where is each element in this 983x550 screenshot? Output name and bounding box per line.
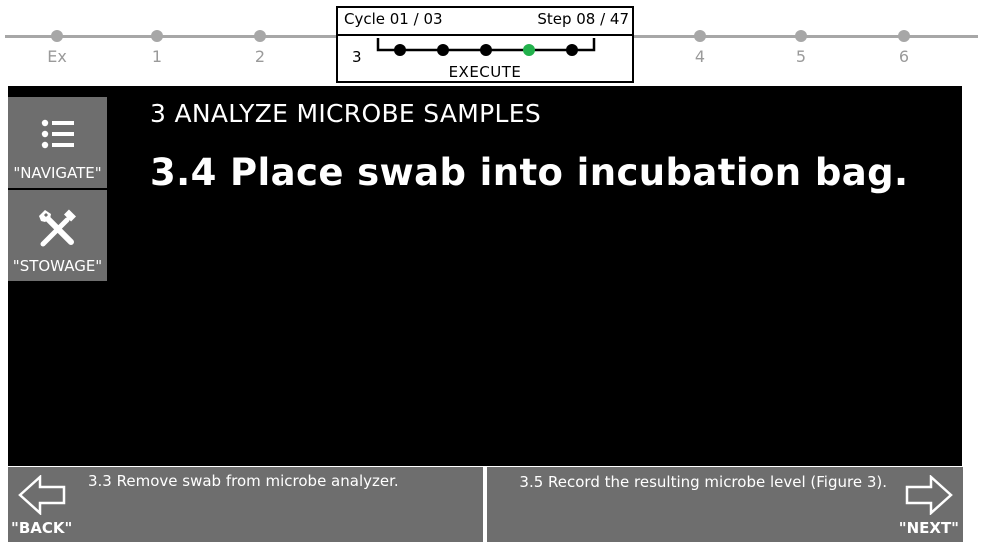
timeline-label-2: 2 [254, 47, 266, 66]
arrow-right-icon [905, 475, 953, 515]
cycle-counter: Cycle 01 / 03 [344, 10, 443, 28]
timeline-label-ex: Ex [47, 47, 67, 66]
substep-dot [480, 44, 492, 56]
timeline-node-4[interactable] [694, 30, 706, 42]
next-button[interactable]: 3.5 Record the resulting microbe level (… [487, 467, 963, 542]
navigate-button[interactable]: "NAVIGATE" [8, 97, 107, 188]
timeline-label-5: 5 [795, 47, 807, 66]
timeline-node-1[interactable] [151, 30, 163, 42]
back-button[interactable]: 3.3 Remove swab from microbe analyzer. "… [8, 467, 483, 542]
step-counter: Step 08 / 47 [537, 10, 629, 28]
timeline-label-6: 6 [898, 47, 910, 66]
timeline-label-4: 4 [694, 47, 706, 66]
next-label: "NEXT" [898, 519, 959, 537]
current-section-status: Cycle 01 / 03 Step 08 / 47 3 EXECUTE [336, 6, 634, 83]
procedure-display [8, 86, 962, 466]
substep-dot [437, 44, 449, 56]
substep-dot [566, 44, 578, 56]
timeline-node-2[interactable] [254, 30, 266, 42]
current-step-instruction: 3.4 Place swab into incubation bag. [150, 151, 909, 194]
list-icon [41, 119, 74, 149]
timeline-node-6[interactable] [898, 30, 910, 42]
timeline-label-1: 1 [151, 47, 163, 66]
arrow-left-icon [18, 475, 66, 515]
back-label: "BACK" [11, 519, 73, 537]
navigate-label: "NAVIGATE" [13, 164, 102, 182]
previous-step-text: 3.3 Remove swab from microbe analyzer. [88, 472, 399, 490]
substep-dot-active [523, 44, 535, 56]
substep-dot [394, 44, 406, 56]
stowage-button[interactable]: "STOWAGE" [8, 190, 107, 281]
substep-progress [376, 38, 596, 56]
section-title: 3 ANALYZE MICROBE SAMPLES [150, 99, 542, 128]
stowage-label: "STOWAGE" [12, 257, 103, 275]
next-step-text: 3.5 Record the resulting microbe level (… [519, 473, 887, 491]
timeline-node-5[interactable] [795, 30, 807, 42]
phase-label: EXECUTE [448, 63, 522, 81]
tools-icon [38, 209, 76, 247]
timeline-node-ex[interactable] [51, 30, 63, 42]
